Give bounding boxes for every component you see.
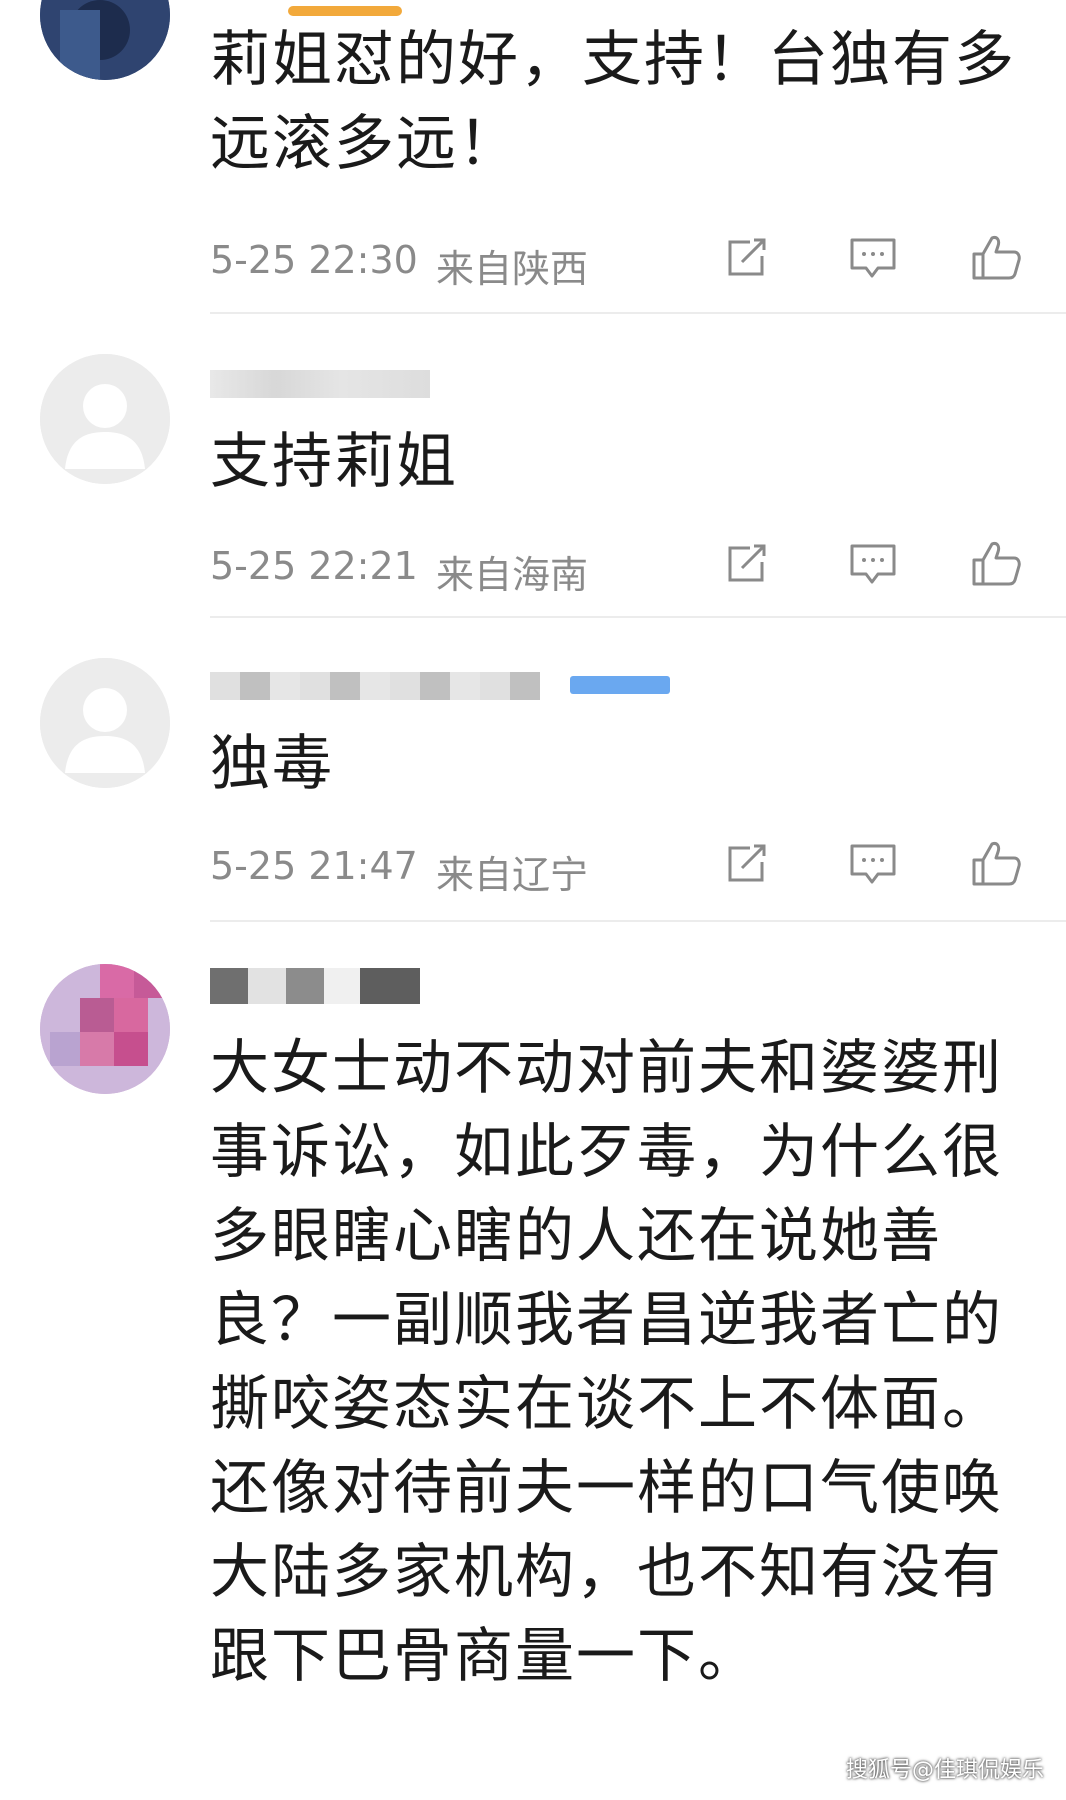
- thumbs-up-icon[interactable]: [970, 538, 1024, 588]
- username[interactable]: [210, 672, 670, 700]
- blurred-username: [210, 968, 420, 1004]
- user-badge: [570, 676, 670, 694]
- comment-location: 来自辽宁: [436, 853, 589, 897]
- comment-meta: 5-25 21:47 来自辽宁: [210, 838, 1030, 897]
- divider: [210, 312, 1066, 314]
- divider: [210, 920, 1066, 922]
- comment-content: 支持莉姐: [210, 427, 458, 497]
- thumbs-up-icon[interactable]: [970, 838, 1024, 888]
- avatar[interactable]: [40, 658, 170, 788]
- thumbs-up-icon[interactable]: [970, 232, 1024, 282]
- share-icon[interactable]: [720, 232, 774, 282]
- comment-content: 独毒: [210, 729, 334, 799]
- divider: [210, 616, 1066, 618]
- blurred-username: [210, 370, 430, 398]
- avatar[interactable]: [40, 0, 170, 80]
- comment-location: 来自陕西: [436, 247, 589, 291]
- top-accent-bar: [288, 6, 402, 16]
- comment-icon[interactable]: [846, 232, 900, 282]
- comment-icon[interactable]: [846, 838, 900, 888]
- comment-time: 5-25 22:30: [210, 238, 418, 282]
- comment-content: 大女士动不动对前夫和婆婆刑事诉讼，如此歹毒，为什么很多眼瞎心瞎的人还在说她善良？…: [210, 1033, 1004, 1690]
- comment-content: 莉姐怼的好，支持！台独有多远滚多远！: [210, 25, 1016, 179]
- avatar[interactable]: [40, 354, 170, 484]
- comment-time: 5-25 22:21: [210, 544, 418, 588]
- avatar[interactable]: [40, 964, 170, 1094]
- comment-meta: 5-25 22:30 来自陕西: [210, 232, 1030, 291]
- username[interactable]: [210, 968, 420, 1004]
- share-icon[interactable]: [720, 838, 774, 888]
- share-icon[interactable]: [720, 538, 774, 588]
- comment-time: 5-25 21:47: [210, 844, 418, 888]
- comment-location: 来自海南: [436, 553, 589, 597]
- comment-icon[interactable]: [846, 538, 900, 588]
- comment-meta: 5-25 22:21 来自海南: [210, 538, 1030, 597]
- blurred-username: [210, 672, 540, 700]
- watermark: 搜狐号@佳琪侃娱乐: [845, 1758, 1044, 1783]
- username[interactable]: [210, 370, 430, 398]
